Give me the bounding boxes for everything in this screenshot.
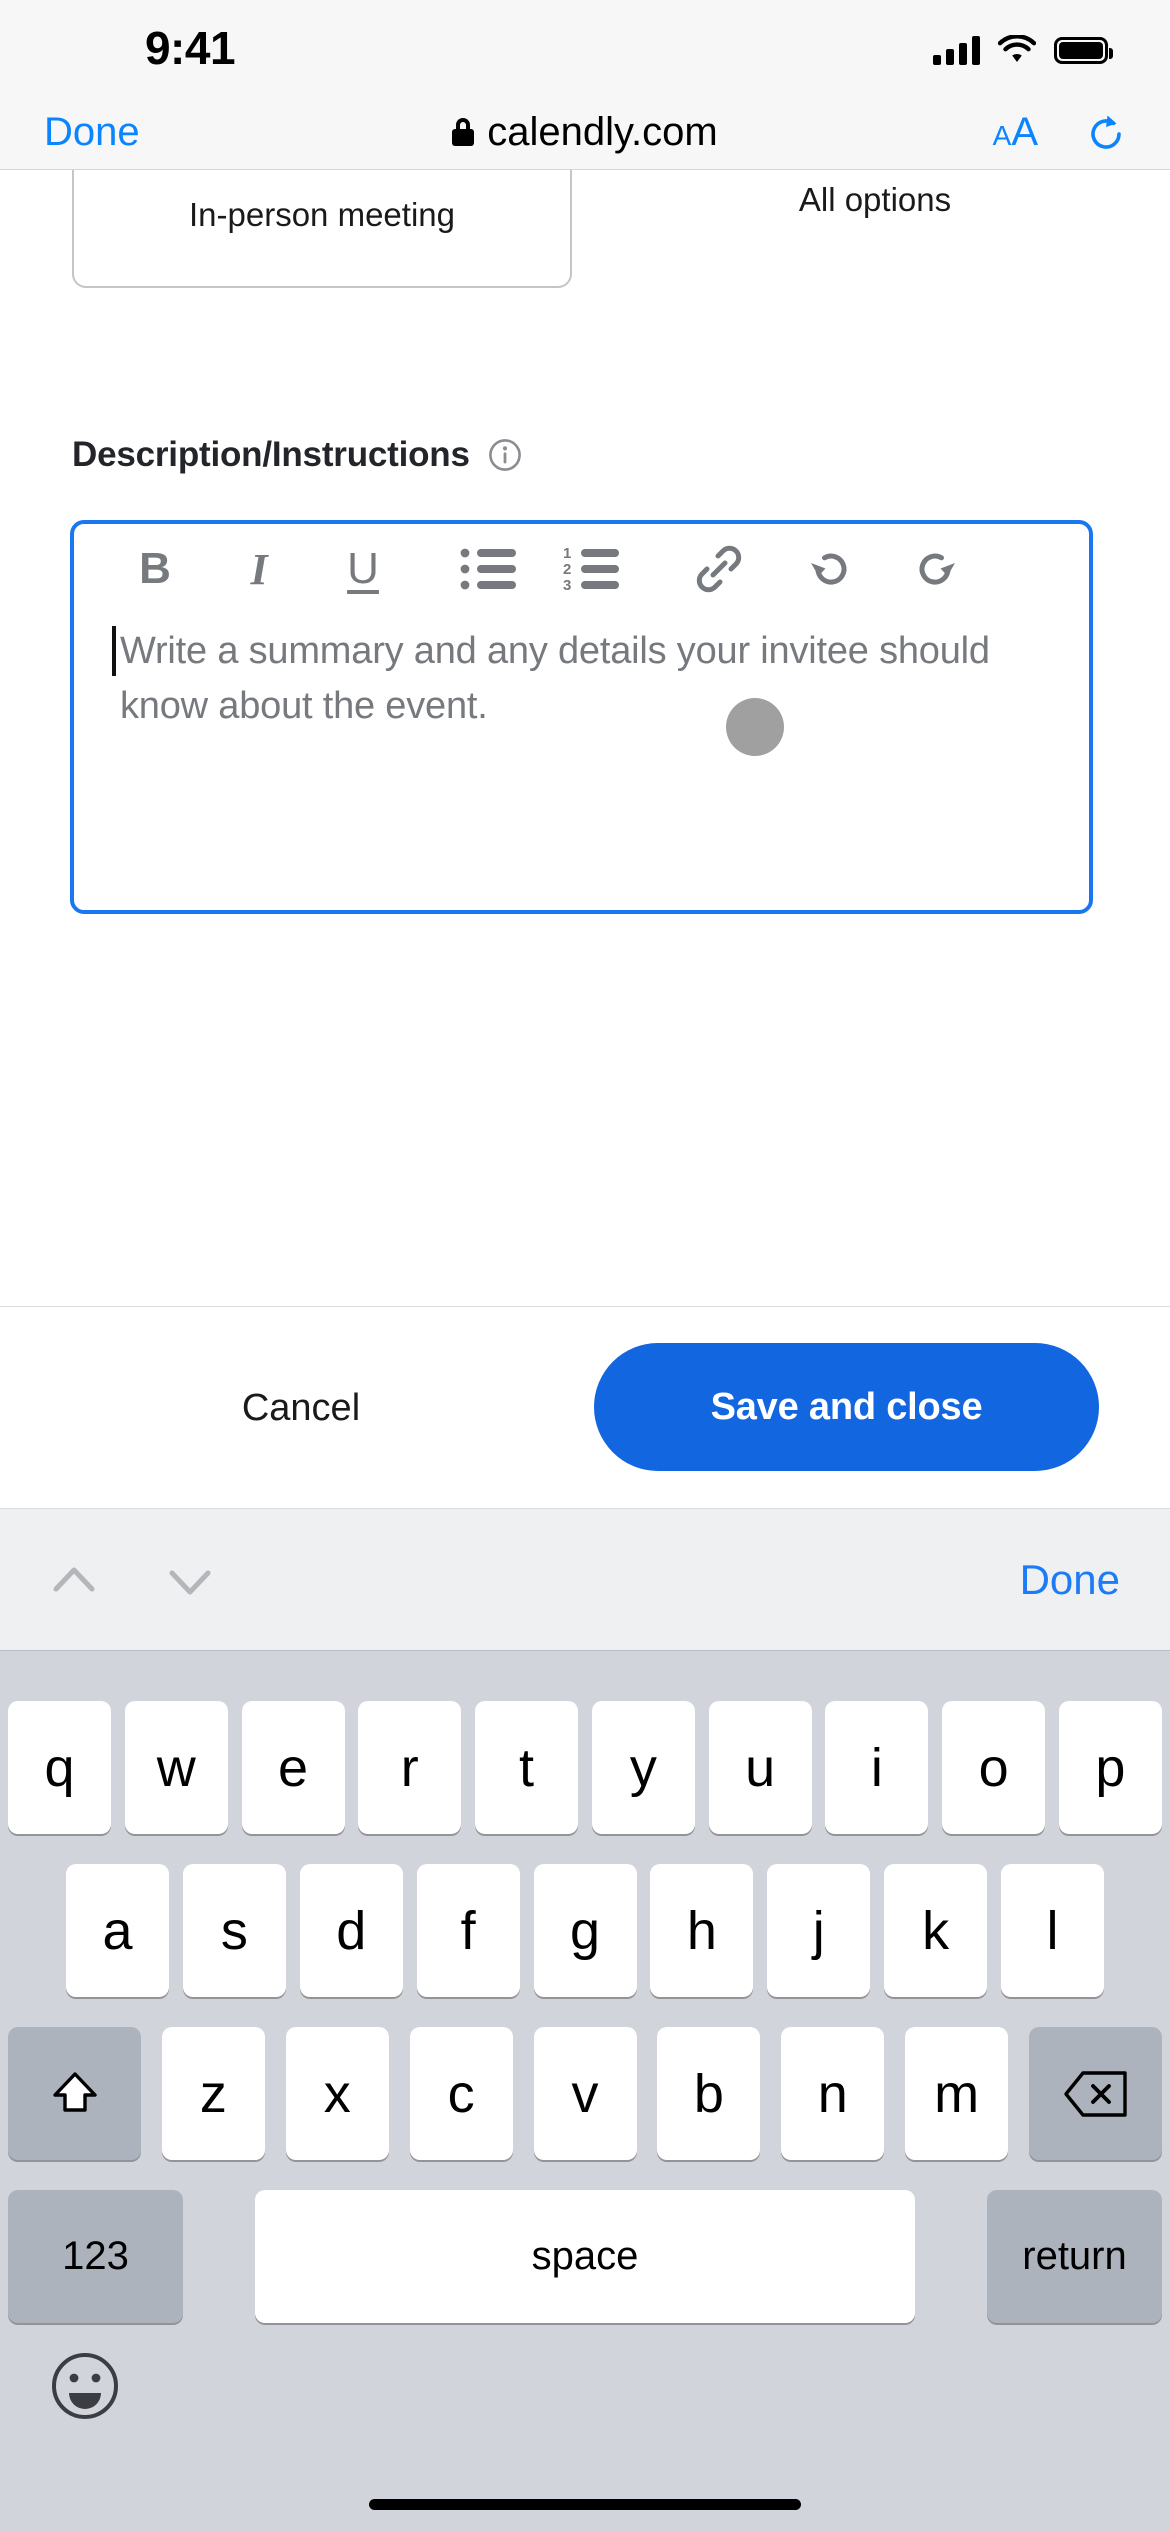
location-card-label: In-person meeting xyxy=(189,196,455,233)
shift-icon[interactable] xyxy=(8,2027,141,2160)
reload-icon[interactable] xyxy=(1084,112,1128,156)
key-w[interactable]: w xyxy=(124,1701,228,1834)
key-n[interactable]: n xyxy=(781,2027,885,2160)
key-f[interactable]: f xyxy=(416,1864,520,1997)
key-h[interactable]: h xyxy=(650,1864,754,1997)
web-content: In-person meeting All options Descriptio… xyxy=(0,170,1170,1306)
save-and-close-button[interactable]: Save and close xyxy=(594,1343,1099,1471)
key-d[interactable]: d xyxy=(299,1864,403,1997)
key-e[interactable]: e xyxy=(241,1701,345,1834)
location-options-row: In-person meeting All options xyxy=(0,170,1170,289)
location-card-in-person-meeting[interactable]: In-person meeting xyxy=(72,170,572,288)
status-bar-time: 9:41 xyxy=(144,22,236,74)
key-g[interactable]: g xyxy=(533,1864,637,1997)
status-bar-indicators xyxy=(933,28,1113,72)
text-size-button[interactable]: AA xyxy=(993,94,1038,170)
keyboard-row-3: z x c v b n m xyxy=(0,2027,1170,2160)
action-bar: Cancel Save and close xyxy=(0,1306,1170,1509)
on-screen-keyboard: q w e r t y u i o p a s d f g h j k l z … xyxy=(0,1651,1170,2442)
emoji-smiley-icon[interactable] xyxy=(50,2351,120,2421)
numbers-key[interactable]: 123 xyxy=(8,2190,183,2323)
backspace-icon[interactable] xyxy=(1029,2027,1162,2160)
keyboard-accessory-bar: Done xyxy=(0,1509,1170,1651)
text-cursor xyxy=(112,626,116,676)
key-k[interactable]: k xyxy=(884,1864,988,1997)
editor-placeholder: Write a summary and any details your inv… xyxy=(120,630,990,727)
cancel-button[interactable]: Cancel xyxy=(136,1367,466,1449)
space-key[interactable]: space xyxy=(255,2190,915,2323)
editor-toolbar: B I U 1 2 3 xyxy=(74,524,1089,614)
cellular-signal-icon xyxy=(933,35,980,65)
key-y[interactable]: y xyxy=(591,1701,695,1834)
key-t[interactable]: t xyxy=(475,1701,579,1834)
info-circle-icon[interactable] xyxy=(488,438,522,472)
text-size-large-a: A xyxy=(1011,110,1038,154)
undo-icon[interactable] xyxy=(796,534,866,604)
key-q[interactable]: q xyxy=(8,1701,111,1834)
text-size-small-a: A xyxy=(992,120,1012,151)
description-field-header: Description/Instructions xyxy=(72,435,522,475)
avatar xyxy=(726,698,784,756)
svg-text:1: 1 xyxy=(563,545,571,562)
page-title: Description/Instructions xyxy=(72,435,470,474)
bold-icon[interactable]: B xyxy=(120,534,190,604)
keyboard-row-1: q w e r t y u i o p xyxy=(0,1701,1170,1834)
keyboard-bottom-area xyxy=(0,2442,1170,2532)
return-key[interactable]: return xyxy=(987,2190,1162,2323)
key-u[interactable]: u xyxy=(708,1701,812,1834)
chevron-down-icon[interactable] xyxy=(158,1549,222,1613)
key-m[interactable]: m xyxy=(905,2027,1009,2160)
home-indicator xyxy=(369,2499,801,2510)
all-options-label: All options xyxy=(798,181,952,218)
bulleted-list-icon[interactable] xyxy=(454,534,524,604)
wifi-icon xyxy=(997,34,1037,65)
key-x[interactable]: x xyxy=(285,2027,389,2160)
key-a[interactable]: a xyxy=(66,1864,169,1997)
keyboard-done-button[interactable]: Done xyxy=(1020,1509,1120,1651)
iphone-screen: 9:41 Done calendly.com AA In-person meet… xyxy=(0,0,1170,2532)
chevron-up-icon[interactable] xyxy=(42,1549,106,1613)
svg-text:2: 2 xyxy=(563,561,571,578)
key-c[interactable]: c xyxy=(409,2027,513,2160)
all-options-button[interactable]: All options xyxy=(640,170,1110,230)
svg-text:3: 3 xyxy=(563,577,571,593)
key-l[interactable]: l xyxy=(1001,1864,1104,1997)
link-icon[interactable] xyxy=(684,534,754,604)
key-i[interactable]: i xyxy=(825,1701,929,1834)
url-text: calendly.com xyxy=(487,109,718,154)
description-editor[interactable]: B I U 1 2 3 Write a summary and any deta… xyxy=(70,520,1093,914)
status-bar: 9:41 xyxy=(0,0,1170,94)
key-v[interactable]: v xyxy=(533,2027,637,2160)
lock-icon xyxy=(452,118,475,146)
keyboard-row-4: 123 space return xyxy=(0,2190,1170,2323)
keyboard-row-2: a s d f g h j k l xyxy=(0,1864,1170,1997)
key-b[interactable]: b xyxy=(657,2027,761,2160)
safari-toolbar: Done calendly.com AA xyxy=(0,94,1170,170)
key-r[interactable]: r xyxy=(358,1701,462,1834)
italic-icon[interactable]: I xyxy=(224,534,294,604)
battery-icon xyxy=(1054,36,1113,64)
key-j[interactable]: j xyxy=(767,1864,871,1997)
key-o[interactable]: o xyxy=(942,1701,1046,1834)
underline-icon[interactable]: U xyxy=(328,534,398,604)
key-s[interactable]: s xyxy=(182,1864,286,1997)
key-p[interactable]: p xyxy=(1058,1701,1162,1834)
key-z[interactable]: z xyxy=(161,2027,265,2160)
redo-icon[interactable] xyxy=(900,534,970,604)
numbered-list-icon[interactable]: 1 2 3 xyxy=(558,534,628,604)
